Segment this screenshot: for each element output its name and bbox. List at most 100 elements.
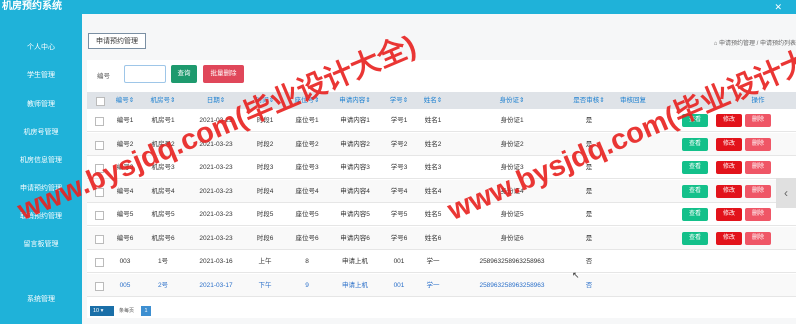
col-header-seat[interactable]: 座位号⇕ (288, 92, 326, 109)
cell-room: 机房号1 (151, 117, 175, 124)
cell-id: 编号1 (116, 117, 134, 124)
cell-date: 2021-03-16 (199, 258, 233, 265)
sidebar-item-room-numbers[interactable]: 机房号管理 (0, 128, 82, 138)
col-header-time[interactable]: 时间⇕ (250, 92, 280, 109)
cell-content: 申请内容1 (340, 117, 370, 124)
col-header-room[interactable]: 机房号⇕ (145, 92, 181, 109)
col-header-reviewed[interactable]: 是否审核⇕ (572, 92, 606, 109)
cell-id-card: 身份证4 (500, 187, 524, 195)
cell-reviewed: 是 (585, 187, 593, 195)
view-button[interactable]: 查看 (682, 161, 708, 174)
close-icon[interactable]: ✕ (774, 1, 782, 13)
cell-seat: 座位号3 (295, 164, 319, 171)
cell-reviewed: 是 (585, 164, 593, 171)
cell-id-card: 258963258963258963 (479, 281, 545, 289)
top-bar: 机房预约系统 ✕ (0, 0, 796, 14)
sidebar-item-reservations[interactable]: 申请预约管理 (0, 184, 82, 194)
col-header-date[interactable]: 日期⇕ (193, 92, 239, 109)
chevron-left-icon[interactable]: ‹ (776, 178, 796, 208)
page-number-current[interactable]: 1 (141, 306, 151, 316)
sidebar-item-students[interactable]: 学生管理 (0, 71, 82, 81)
col-header-name[interactable]: 姓名⇕ (419, 92, 447, 109)
cell-room: 2号 (157, 281, 169, 289)
cell-name: 姓名1 (424, 117, 442, 124)
cell-student-no: 学号5 (390, 211, 408, 218)
view-button[interactable]: 查看 (682, 208, 708, 221)
sidebar-item-room-info[interactable]: 机房信息管理 (0, 156, 82, 166)
cell-date: 2021-03-23 (199, 234, 233, 242)
cell-id-card: 身份证3 (500, 164, 524, 171)
table-row: 编号3 机房号3 2021-03-23 时段3 座位号3 申请内容3 学号3 姓名3 身份证3 是… (87, 156, 796, 179)
query-button[interactable]: 查询 (171, 65, 197, 83)
cell-content: 申请内容5 (340, 211, 370, 218)
edit-button[interactable]: 修改 (716, 208, 742, 221)
view-button[interactable]: 查看 (682, 231, 708, 245)
cell-name: 姓名2 (424, 140, 442, 148)
row-checkbox[interactable] (95, 258, 104, 267)
sidebar-item-cancellations[interactable]: 取消预约管理 (0, 212, 82, 222)
row-checkbox[interactable] (95, 187, 104, 197)
search-input[interactable] (124, 65, 166, 83)
cell-student-no: 001 (393, 258, 405, 265)
cell-name: 姓名3 (424, 164, 442, 171)
cell-time: 时段1 (256, 117, 274, 124)
cell-reviewed: 是 (585, 117, 593, 124)
cell-student-no: 学号6 (390, 234, 408, 242)
batch-delete-button[interactable]: 批量删除 (203, 65, 244, 83)
cell-reply (615, 180, 651, 203)
col-header-student-no[interactable]: 学号⇕ (385, 92, 413, 109)
row-checkbox[interactable] (95, 117, 104, 126)
col-header-id-card[interactable]: 身份证⇕ (472, 92, 552, 109)
delete-button[interactable]: 删除 (745, 161, 771, 174)
row-checkbox[interactable] (95, 211, 104, 220)
cell-id: 005 (119, 281, 131, 289)
edit-button[interactable]: 修改 (716, 114, 742, 127)
col-header-id[interactable]: 编号⇕ (111, 92, 139, 109)
col-header-actions: 操作 (751, 97, 765, 104)
view-button[interactable]: 查看 (682, 184, 708, 198)
col-header-content[interactable]: 申请内容⇕ (333, 92, 377, 109)
cell-reply (615, 133, 651, 156)
row-checkbox[interactable] (95, 164, 104, 173)
cell-reply (615, 109, 651, 132)
edit-button[interactable]: 修改 (716, 184, 742, 198)
edit-button[interactable]: 修改 (716, 137, 742, 151)
cell-content: 申请内容3 (340, 164, 370, 171)
cell-reviewed: 是 (585, 211, 593, 218)
cell-content: 申请内容4 (340, 187, 370, 195)
section-tab-button[interactable]: 申请预约管理 (88, 33, 146, 49)
cell-id: 编号6 (116, 234, 134, 242)
cell-seat: 9 (305, 281, 309, 289)
cell-seat: 座位号6 (295, 234, 319, 242)
table-row: 005 2号 2021-03-17 下午 9 申请上机 001 学一 2589632589632… (87, 273, 796, 297)
cell-name: 学一 (426, 281, 440, 289)
edit-button[interactable]: 修改 (716, 231, 742, 245)
cell-student-no: 学号1 (390, 117, 408, 124)
cell-date: 2021-03-23 (199, 211, 233, 218)
cell-room: 1号 (157, 258, 169, 265)
page-size-select[interactable]: 10 ▾ (90, 306, 114, 316)
sidebar-item-system[interactable]: 系统管理 (0, 295, 82, 305)
view-button[interactable]: 查看 (682, 114, 708, 127)
edit-button[interactable]: 修改 (716, 161, 742, 174)
mouse-cursor-icon: ↖ (572, 270, 580, 280)
delete-button[interactable]: 删除 (745, 184, 771, 198)
sidebar-item-messages[interactable]: 留言板管理 (0, 240, 82, 250)
delete-button[interactable]: 删除 (745, 114, 771, 127)
view-button[interactable]: 查看 (682, 137, 708, 151)
table-row: 编号5 机房号5 2021-03-23 时段5 座位号5 申请内容5 学号5 姓名5 身份证5 是… (87, 203, 796, 226)
sidebar-item-profile[interactable]: 个人中心 (0, 43, 82, 53)
sidebar-item-teachers[interactable]: 教师管理 (0, 100, 82, 110)
row-checkbox[interactable] (95, 234, 104, 244)
app-title: 机房预约系统 (2, 1, 62, 12)
table-header: 编号⇕ 机房号⇕ 日期⇕ 时间⇕ 座位号⇕ 申请内容⇕ 学号⇕ 姓名⇕ 身份证⇕… (87, 92, 796, 109)
cell-id-card: 258963258963258963 (479, 258, 545, 265)
delete-button[interactable]: 删除 (745, 208, 771, 221)
row-checkbox[interactable] (95, 281, 104, 291)
select-all-checkbox[interactable] (93, 92, 105, 109)
cell-student-no: 学号3 (390, 164, 408, 171)
row-checkbox[interactable] (95, 140, 104, 150)
delete-button[interactable]: 删除 (745, 137, 771, 151)
cell-name: 学一 (426, 258, 440, 265)
delete-button[interactable]: 删除 (745, 231, 771, 245)
